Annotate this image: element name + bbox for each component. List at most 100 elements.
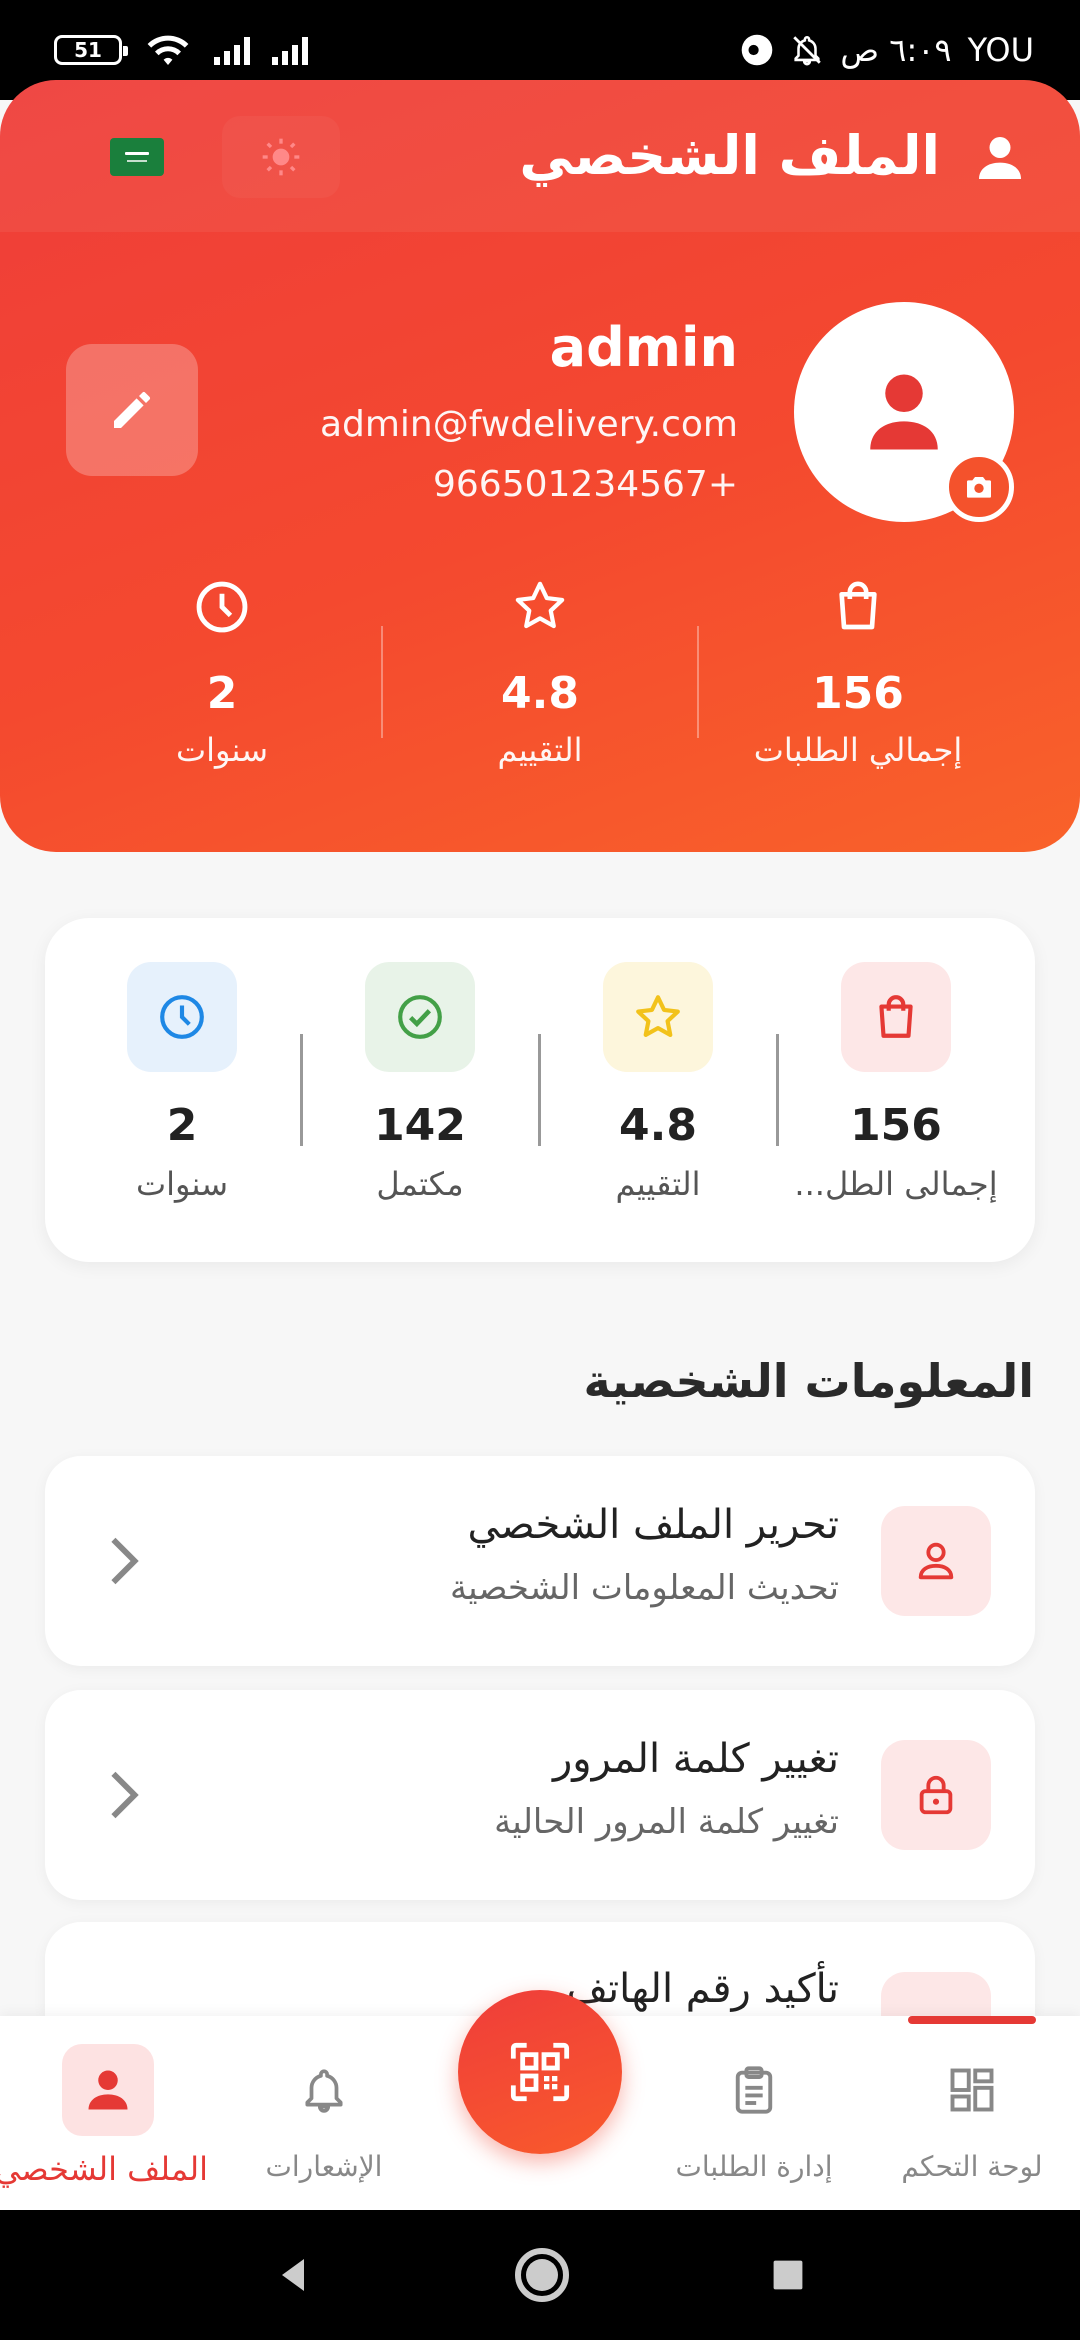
hero-stat-rating: 4.8 التقييم [410,578,670,769]
wifi-icon [147,35,189,65]
avatar[interactable] [794,302,1014,522]
nav-label: الإشعارات [265,2150,383,2183]
menu-title: تغيير كلمة المرور [552,1736,839,1782]
stat-orders: 156 إجمالى الطل... [786,962,1006,1203]
change-photo-button[interactable] [944,452,1014,522]
qr-scan-button[interactable] [458,1990,622,2154]
profile-phone: 966501234567+ [432,464,738,505]
stat-value: 142 [374,1100,466,1151]
stat-completed: 142 مكتمل [310,962,530,1203]
battery-indicator: 51 [54,35,128,65]
nav-label: إدارة الطلبات [675,2150,833,2183]
clipboard-icon [735,2066,773,2114]
menu-item-change-password[interactable]: تغيير كلمة المرور تغيير كلمة المرور الحا… [45,1690,1035,1900]
user-icon [979,137,1021,179]
status-right: ٦:٠٩ ص YOU [740,31,1034,69]
nav-item-orders[interactable]: إدارة الطلبات [654,2026,854,2183]
menu-icon-box [881,1506,991,1616]
clock-icon [160,995,204,1039]
signal-icon-2 [272,35,308,65]
stat-value: 2 [166,1100,198,1151]
stat-label: إجمالى الطل... [794,1165,998,1203]
hero-stat-value: 156 [812,668,904,719]
shopping-bag-icon [839,581,877,630]
status-left: 51 [54,32,308,68]
divider [300,1034,303,1146]
notification-app-icon [742,34,773,66]
menu-icon-box [881,1740,991,1850]
menu-title: تأكيد رقم الهاتف [566,1966,839,2012]
dashboard-icon [950,2068,994,2112]
nav-label: الملف الشخصي [0,2150,208,2188]
star-icon [515,581,565,629]
camera-icon [967,477,991,498]
nav-icon-box [278,2044,370,2136]
signal-icon [214,35,250,65]
lock-icon [919,1775,953,1815]
profile-email: admin@fwdelivery.com [319,404,738,445]
hero-stat-value: 2 [206,668,238,719]
nav-item-profile[interactable]: الملف الشخصي [0,2026,208,2188]
profile-name: admin [549,316,738,379]
shopping-bag-icon [879,995,913,1038]
hero-stat-orders: 156 إجمالي الطلبات [728,578,988,769]
menu-item-edit-profile[interactable]: تحرير الملف الشخصي تحديث المعلومات الشخص… [45,1456,1035,1666]
back-icon[interactable] [274,2255,314,2295]
stat-label: التقييم [615,1165,701,1203]
chevron-right-icon [111,1537,139,1585]
saudi-flag-icon[interactable] [110,138,164,176]
sun-icon [262,138,300,176]
hero-stat-label: إجمالي الطلبات [753,731,963,769]
stat-icon-box [365,962,475,1072]
nav-item-dashboard[interactable]: لوحة التحكم [872,2026,1072,2183]
hero-stat-years: 2 سنوات [92,578,352,769]
nav-icon-box [708,2044,800,2136]
chevron-right-icon [111,1771,139,1819]
stat-value: 4.8 [619,1100,697,1151]
user-icon [918,1542,954,1580]
hero-stat-label: سنوات [175,731,268,769]
mute-bell-icon [793,36,822,66]
flag-emblem [125,152,149,162]
recents-icon[interactable] [770,2257,806,2293]
stat-icon-box [841,962,951,1072]
home-icon[interactable] [514,2247,570,2303]
carrier-label: YOU [967,31,1034,69]
hero-stat-label: التقييم [497,731,583,769]
theme-toggle-button[interactable] [222,116,340,198]
active-tab-indicator [908,2016,1036,2024]
stat-label: مكتمل [376,1165,464,1203]
menu-title: تحرير الملف الشخصي [467,1502,839,1548]
stat-rating: 4.8 التقييم [548,962,768,1203]
avatar-person-icon [870,374,938,450]
divider [381,626,383,738]
page-title: الملف الشخصي [519,124,940,187]
nav-icon-box [926,2044,1018,2136]
user-icon [88,2070,128,2110]
menu-subtitle: تغيير كلمة المرور الحالية [494,1802,839,1842]
bell-icon [305,2069,343,2113]
stat-value: 156 [850,1100,942,1151]
nav-item-notifications[interactable]: الإشعارات [224,2026,424,2183]
nav-label: لوحة التحكم [901,2150,1043,2183]
menu-subtitle: تحديث المعلومات الشخصية [449,1568,839,1608]
nav-icon-box [62,2044,154,2136]
system-navigation-bar [0,2210,1080,2340]
divider [776,1034,779,1146]
divider [538,1034,541,1146]
qr-scan-icon [510,2042,570,2102]
divider [697,626,699,738]
stats-card: 156 إجمالى الطل... 4.8 التقييم 142 مكتمل… [45,918,1035,1262]
stat-label: سنوات [135,1165,228,1203]
clock-icon [196,581,248,633]
hero-stat-value: 4.8 [501,668,579,719]
edit-profile-button[interactable] [66,344,198,476]
stat-icon-box [127,962,237,1072]
stat-icon-box [603,962,713,1072]
pencil-icon [114,392,150,428]
check-circle-icon [398,995,442,1039]
profile-header: الملف الشخصي admin admin@fwdelivery.com … [0,80,1080,852]
section-title: المعلومات الشخصية [583,1354,1034,1408]
stat-years: 2 سنوات [72,962,292,1203]
star-icon [636,995,680,1037]
